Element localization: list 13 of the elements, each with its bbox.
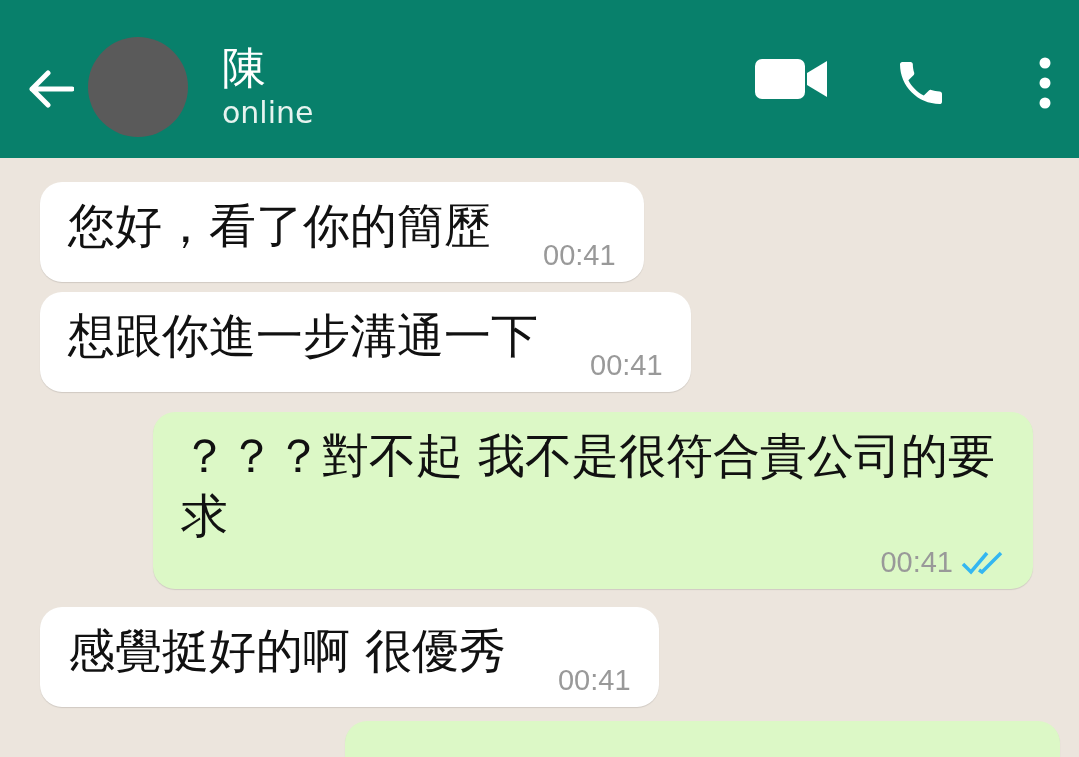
message-text: 想跟你進一步溝通一下 [68, 307, 538, 365]
video-camera-icon[interactable] [755, 57, 827, 101]
menu-icon[interactable] [1039, 57, 1051, 109]
message-time: 00:41 [590, 349, 663, 382]
message-text: 您好，看了你的簡歷 [68, 197, 491, 255]
contact-status: online [222, 95, 314, 131]
contact-name: 陳 [222, 41, 267, 95]
back-arrow-icon[interactable] [26, 69, 74, 109]
message-text: ？？？對不起 我不是很符合貴公司的要求 [181, 427, 996, 545]
message-time: 00:41 [557, 664, 631, 697]
message-time: 00:41 [880, 546, 953, 579]
message-text: 感覺挺好的啊 很優秀 [68, 622, 506, 680]
message-time: 00:41 [543, 239, 616, 272]
